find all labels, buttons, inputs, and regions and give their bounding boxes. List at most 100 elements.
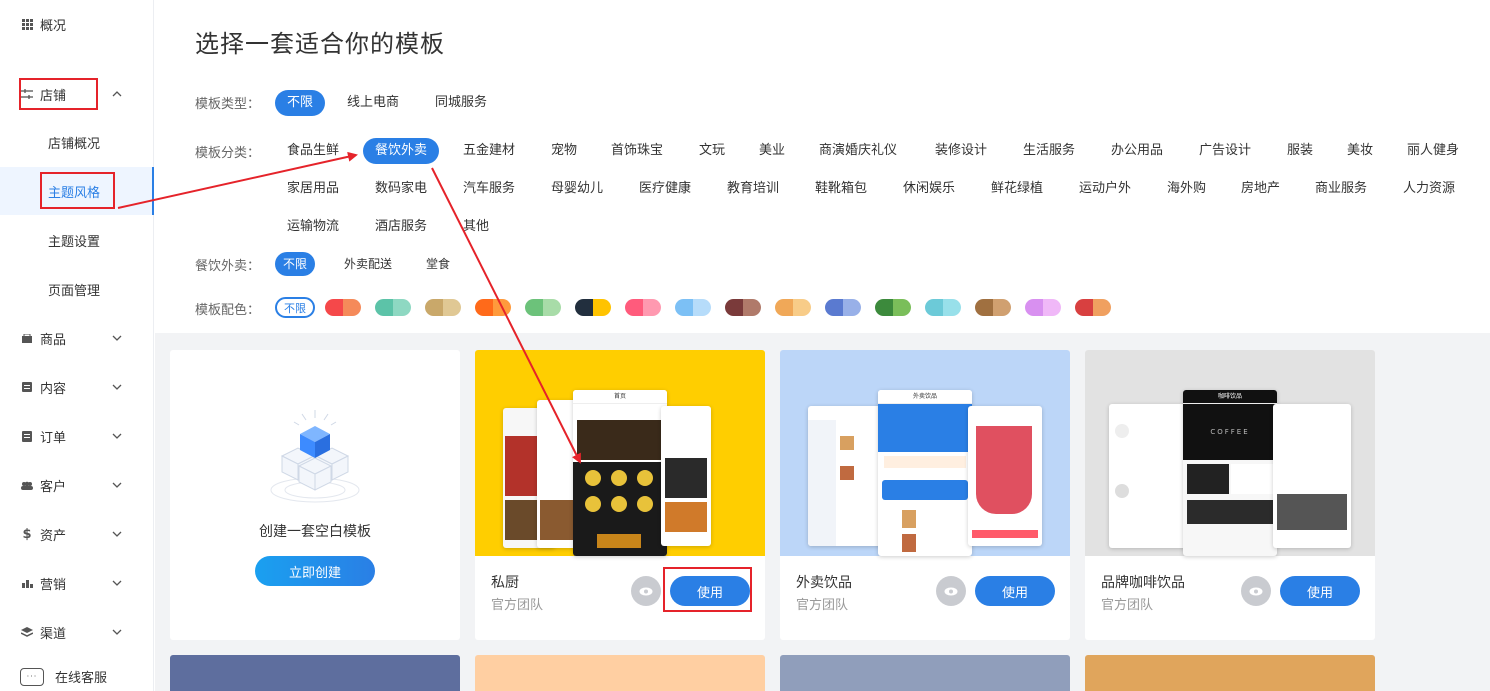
preview-eye-icon[interactable]: [936, 576, 966, 606]
color-option[interactable]: [475, 299, 511, 316]
use-template-button[interactable]: 使用: [670, 576, 750, 606]
category-option[interactable]: 美业: [747, 138, 797, 164]
color-option[interactable]: [375, 299, 411, 316]
preview-eye-icon[interactable]: [1241, 576, 1271, 606]
sidebar-item-channels[interactable]: 渠道: [0, 612, 154, 652]
use-template-button[interactable]: 使用: [975, 576, 1055, 606]
template-thumbnail[interactable]: 咖啡饮品 COFFEE: [1085, 350, 1375, 556]
category-option[interactable]: 其他: [451, 214, 501, 240]
template-card-partial[interactable]: [780, 655, 1070, 691]
category-option[interactable]: 商业服务: [1303, 176, 1379, 202]
category-option[interactable]: 鞋靴箱包: [803, 176, 879, 202]
sidebar-item-customers[interactable]: 客户: [0, 465, 154, 505]
sidebar-item-goods[interactable]: 商品: [0, 318, 154, 358]
category-option[interactable]: 宠物: [539, 138, 589, 164]
template-thumbnail[interactable]: 外卖饮品: [780, 350, 1070, 556]
color-option[interactable]: [625, 299, 661, 316]
category-option[interactable]: 鲜花绿植: [979, 176, 1055, 202]
category-option[interactable]: 文玩: [687, 138, 737, 164]
sidebar-subitem-theme-settings[interactable]: 主题设置: [0, 220, 154, 260]
create-blank-button[interactable]: 立即创建: [255, 556, 375, 586]
sub-option-dine-in[interactable]: 堂食: [418, 252, 458, 276]
users-icon: [20, 478, 34, 492]
category-option[interactable]: 商演婚庆礼仪: [807, 138, 909, 164]
sidebar-item-shop[interactable]: 店铺: [0, 74, 154, 114]
color-option[interactable]: [975, 299, 1011, 316]
phone-title: 咖啡饮品: [1183, 390, 1277, 404]
template-card-partial[interactable]: [475, 655, 765, 691]
category-option[interactable]: 餐饮外卖: [363, 138, 440, 164]
sidebar-item-label: 资产: [40, 528, 67, 544]
category-option[interactable]: 母婴幼儿: [539, 176, 615, 202]
color-option[interactable]: [575, 299, 611, 316]
category-option[interactable]: 生活服务: [1011, 138, 1087, 164]
preview-eye-icon[interactable]: [631, 576, 661, 606]
color-option[interactable]: [775, 299, 811, 316]
phone-title: 首页: [573, 390, 667, 404]
sidebar-item-orders[interactable]: 订单: [0, 416, 154, 456]
category-option[interactable]: 医疗健康: [627, 176, 703, 202]
blank-template-card: 创建一套空白模板 立即创建: [170, 350, 460, 640]
category-option[interactable]: 食品生鲜: [275, 138, 351, 164]
sidebar-item-label: 商品: [40, 332, 67, 348]
color-option[interactable]: [1025, 299, 1061, 316]
bar-chart-icon: [20, 576, 34, 590]
category-option[interactable]: 汽车服务: [451, 176, 527, 202]
category-option[interactable]: 数码家电: [363, 176, 439, 202]
category-option[interactable]: 运输物流: [275, 214, 351, 240]
type-option-online[interactable]: 线上电商: [335, 90, 411, 116]
category-option[interactable]: 海外购: [1155, 176, 1218, 202]
color-option[interactable]: [825, 299, 861, 316]
template-author: 官方团队: [1101, 598, 1154, 613]
template-card-partial[interactable]: [1085, 655, 1375, 691]
category-option[interactable]: 教育培训: [715, 176, 791, 202]
sidebar-item-label: 订单: [40, 430, 67, 446]
online-service-label: 在线客服: [55, 671, 108, 686]
template-card[interactable]: 首页 私厨 官方团队 使用: [475, 350, 765, 640]
template-card-partial[interactable]: [170, 655, 460, 691]
sub-option-all[interactable]: 不限: [275, 252, 316, 276]
category-option[interactable]: 丽人健身: [1395, 138, 1471, 164]
color-option[interactable]: [325, 299, 361, 316]
dollar-icon: $: [22, 526, 32, 542]
category-option[interactable]: 五金建材: [451, 138, 527, 164]
type-option-local[interactable]: 同城服务: [423, 90, 499, 116]
online-service-button[interactable]: ··· 在线客服: [20, 667, 107, 686]
category-option[interactable]: 办公用品: [1099, 138, 1175, 164]
sidebar-subitem-theme-style[interactable]: 主题风格: [0, 167, 154, 215]
color-option[interactable]: [1075, 299, 1111, 316]
color-option-all[interactable]: 不限: [275, 297, 315, 318]
color-option[interactable]: [725, 299, 761, 316]
color-option[interactable]: [875, 299, 911, 316]
color-option[interactable]: [675, 299, 711, 316]
chevron-down-icon: [112, 480, 122, 491]
category-option[interactable]: 服装: [1275, 138, 1325, 164]
category-option[interactable]: 首饰珠宝: [599, 138, 675, 164]
use-template-button[interactable]: 使用: [1280, 576, 1360, 606]
sidebar-item-marketing[interactable]: 营销: [0, 563, 154, 603]
category-option[interactable]: 美妆: [1335, 138, 1385, 164]
sub-option-delivery[interactable]: 外卖配送: [336, 252, 400, 276]
template-thumbnail[interactable]: 首页: [475, 350, 765, 556]
template-author: 官方团队: [491, 598, 544, 613]
category-option[interactable]: 人力资源: [1391, 176, 1467, 202]
sidebar-item-assets[interactable]: $ 资产: [0, 514, 154, 554]
category-option[interactable]: 休闲娱乐: [891, 176, 967, 202]
category-option[interactable]: 房地产: [1229, 176, 1292, 202]
sidebar-item-overview[interactable]: 概况: [0, 4, 154, 44]
color-option[interactable]: [925, 299, 961, 316]
category-option[interactable]: 家居用品: [275, 176, 351, 202]
template-card[interactable]: 外卖饮品 外卖饮品 官方团队 使用: [780, 350, 1070, 640]
sidebar-subitem-shop-overview[interactable]: 店铺概况: [0, 122, 154, 162]
category-option[interactable]: 广告设计: [1187, 138, 1263, 164]
template-card[interactable]: 咖啡饮品 COFFEE 品牌咖啡饮品 官方团队 使用: [1085, 350, 1375, 640]
color-option[interactable]: [425, 299, 461, 316]
sidebar-item-content[interactable]: 内容: [0, 367, 154, 407]
category-option[interactable]: 酒店服务: [363, 214, 439, 240]
category-option[interactable]: 运动户外: [1067, 176, 1143, 202]
category-option[interactable]: 装修设计: [923, 138, 999, 164]
type-option-all[interactable]: 不限: [275, 90, 326, 116]
color-option[interactable]: [525, 299, 561, 316]
sidebar-subitem-page-management[interactable]: 页面管理: [0, 269, 154, 309]
sidebar-item-label: 概况: [40, 18, 67, 34]
